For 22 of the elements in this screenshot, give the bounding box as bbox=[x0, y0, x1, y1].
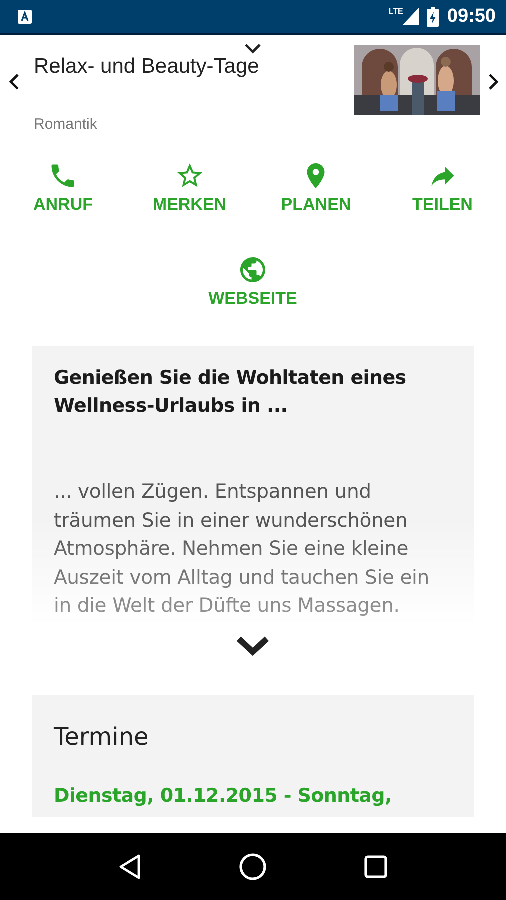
notification-icon bbox=[18, 10, 32, 24]
call-button[interactable]: ANRUF bbox=[0, 161, 126, 215]
offer-title: Relax- und Beauty-Tage bbox=[34, 55, 260, 79]
recents-icon[interactable] bbox=[364, 854, 388, 878]
back-icon[interactable] bbox=[118, 854, 142, 880]
share-button[interactable]: TEILEN bbox=[380, 161, 506, 215]
description-title: Genießen Sie die Wohltaten eines Wellness-Urlaubs in ... bbox=[54, 366, 408, 419]
plan-button[interactable]: PLANEN bbox=[253, 161, 380, 215]
expand-chevron-icon[interactable] bbox=[236, 634, 270, 656]
date-range: Dienstag, 01.12.2015 - Sonntag, bbox=[54, 784, 393, 806]
signal-icon bbox=[403, 8, 420, 25]
category-label: Romantik bbox=[34, 116, 98, 133]
home-icon[interactable] bbox=[238, 852, 267, 880]
network-type: LTE bbox=[388, 7, 404, 16]
bookmark-button[interactable]: MERKEN bbox=[126, 161, 253, 215]
globe-icon bbox=[238, 255, 268, 285]
description-text: ... vollen Zügen. Entspannen und träumen Sie in einer wunderschönen Atmosphäre. Nehmen Sie eine kleine Auszeit vom Alltag und tauchen Sie ein in die Welt der Düfte uns Massagen. bbox=[54, 479, 430, 619]
battery-charging-icon bbox=[427, 6, 440, 26]
clock: 09:50 bbox=[447, 6, 496, 28]
website-button[interactable]: WEBSEITE bbox=[208, 255, 298, 309]
collapse-caret-icon[interactable] bbox=[244, 43, 262, 55]
dates-title: Termine bbox=[54, 722, 150, 750]
